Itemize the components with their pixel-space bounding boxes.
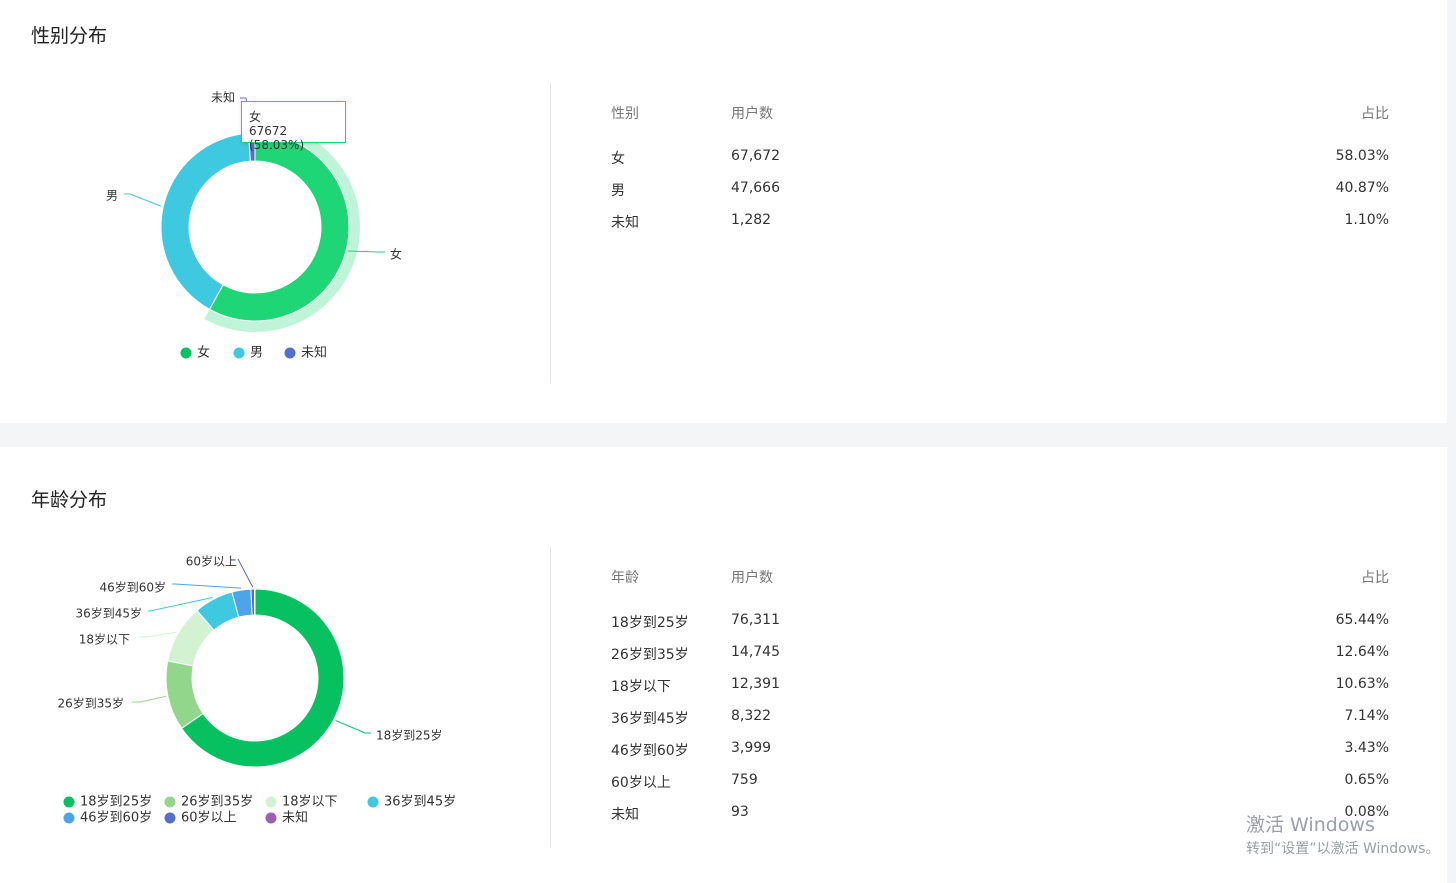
label-line (124, 193, 162, 207)
legend-dot (265, 812, 277, 824)
cell-ratio: 0.65% (1344, 772, 1389, 788)
table-header-ratio: 占比 (1361, 106, 1389, 122)
slice-label: 60岁以上 (186, 554, 237, 569)
legend-dot (63, 796, 75, 808)
legend-dot (63, 812, 75, 824)
legend-item[interactable]: 男 (233, 346, 264, 361)
legend-dot (164, 796, 176, 808)
legend-dot (233, 347, 245, 359)
label-line (139, 631, 177, 638)
slice-label: 18岁以下 (79, 632, 130, 647)
cell-label: 未知 (611, 215, 639, 231)
slice-label: 36岁到45岁 (75, 606, 142, 621)
windows-watermark-sub: 转到“设置”以激活 Windows。 (1246, 841, 1440, 857)
legend-item[interactable]: 未知 (265, 810, 309, 826)
tooltip-value: 67672 (58.03%) (249, 124, 305, 152)
slice-label: 男 (106, 189, 118, 203)
cell-users: 8,322 (731, 708, 772, 724)
table-header-ratio: 占比 (1361, 570, 1389, 586)
legend-dot (284, 347, 296, 359)
cell-ratio: 3.43% (1344, 740, 1389, 756)
legend-label: 女 (197, 345, 210, 361)
label-line (132, 695, 166, 703)
label-line (335, 719, 371, 734)
divider (550, 547, 551, 847)
legend-item[interactable]: 46岁到60岁 (63, 811, 153, 826)
legend-item[interactable]: 60岁以上 (164, 811, 237, 826)
slice-label: 46岁到60岁 (99, 580, 166, 595)
slice-label: 18岁到25岁 (376, 728, 443, 743)
legend-item[interactable]: 女 (180, 345, 211, 361)
cell-label: 男 (611, 183, 625, 199)
cell-label: 36岁到45岁 (611, 711, 689, 727)
cell-users: 1,282 (731, 212, 772, 228)
label-line (237, 558, 254, 588)
cell-ratio: 7.14% (1344, 708, 1389, 724)
cell-label: 18岁以下 (611, 679, 671, 695)
cell-users: 67,672 (731, 148, 780, 164)
table-header-label: 年龄 (611, 570, 639, 586)
age-card: 年龄分布 18岁到25岁 26岁到35岁 18岁以下 36岁到45岁 46岁到60岁 60… (0, 447, 1447, 883)
legend-dot (265, 796, 277, 808)
cell-label: 18岁到25岁 (611, 615, 689, 631)
legend-item[interactable]: 18岁到25岁 (63, 795, 153, 810)
cell-ratio: 10.63% (1335, 676, 1389, 692)
age-donut-chart: 18岁到25岁 26岁到35岁 18岁以下 36岁到45岁 46岁到60岁 60岁以上 18… (57, 554, 457, 826)
legend-label: 18岁以下 (282, 795, 338, 810)
cell-users: 76,311 (731, 612, 780, 628)
legend-item[interactable]: 18岁以下 (265, 795, 338, 810)
legend-label: 36岁到45岁 (384, 795, 456, 810)
slice-label: 未知 (211, 91, 235, 105)
windows-watermark: 激活 Windows (1246, 814, 1375, 836)
cell-ratio: 58.03% (1335, 148, 1389, 164)
cell-label: 60岁以上 (611, 775, 671, 791)
cell-users: 14,745 (731, 644, 780, 660)
legend-label: 46岁到60岁 (80, 811, 152, 826)
legend-label: 男 (250, 346, 263, 361)
gender-donut-chart: 女男未知女男未知 (106, 91, 402, 361)
cell-users: 47,666 (731, 180, 780, 196)
legend-label: 18岁到25岁 (80, 795, 152, 810)
cell-ratio: 40.87% (1335, 180, 1389, 196)
legend-label: 未知 (282, 810, 308, 826)
slice-label: 26岁到35岁 (57, 696, 124, 711)
donut-slice[interactable] (160, 132, 251, 310)
divider (550, 83, 551, 383)
cell-ratio: 12.64% (1335, 644, 1389, 660)
cell-label: 女 (611, 151, 625, 167)
legend-item[interactable]: 26岁到35岁 (164, 795, 254, 810)
legend-dot (164, 812, 176, 824)
legend-item[interactable]: 36岁到45岁 (367, 795, 457, 810)
legend-dot (367, 796, 379, 808)
cell-users: 93 (731, 804, 749, 820)
cell-users: 3,999 (731, 740, 772, 756)
cell-ratio: 1.10% (1344, 212, 1389, 228)
cell-ratio: 65.44% (1335, 612, 1389, 628)
cell-label: 46岁到60岁 (611, 743, 689, 759)
gender-card: 性别分布 女男未知女男未知 女 67672 (58.03%) 性别 用户数 占比女 6… (0, 0, 1447, 423)
legend-item[interactable]: 未知 (284, 345, 328, 361)
legend-label: 未知 (301, 345, 327, 361)
legend-label: 26岁到35岁 (181, 795, 253, 810)
cell-label: 未知 (611, 807, 639, 823)
table-header-users: 用户数 (731, 570, 773, 586)
legend-label: 60岁以上 (181, 811, 237, 826)
legend-dot (180, 347, 192, 359)
cell-label: 26岁到35岁 (611, 647, 689, 663)
cell-users: 12,391 (731, 676, 780, 692)
table-header-users: 用户数 (731, 106, 773, 122)
cell-users: 759 (731, 772, 758, 788)
slice-label: 女 (390, 247, 402, 262)
tooltip-title: 女 (249, 110, 262, 124)
table-header-label: 性别 (611, 106, 639, 122)
chart-tooltip: 女 67672 (58.03%) (241, 101, 346, 152)
label-line (172, 583, 242, 589)
